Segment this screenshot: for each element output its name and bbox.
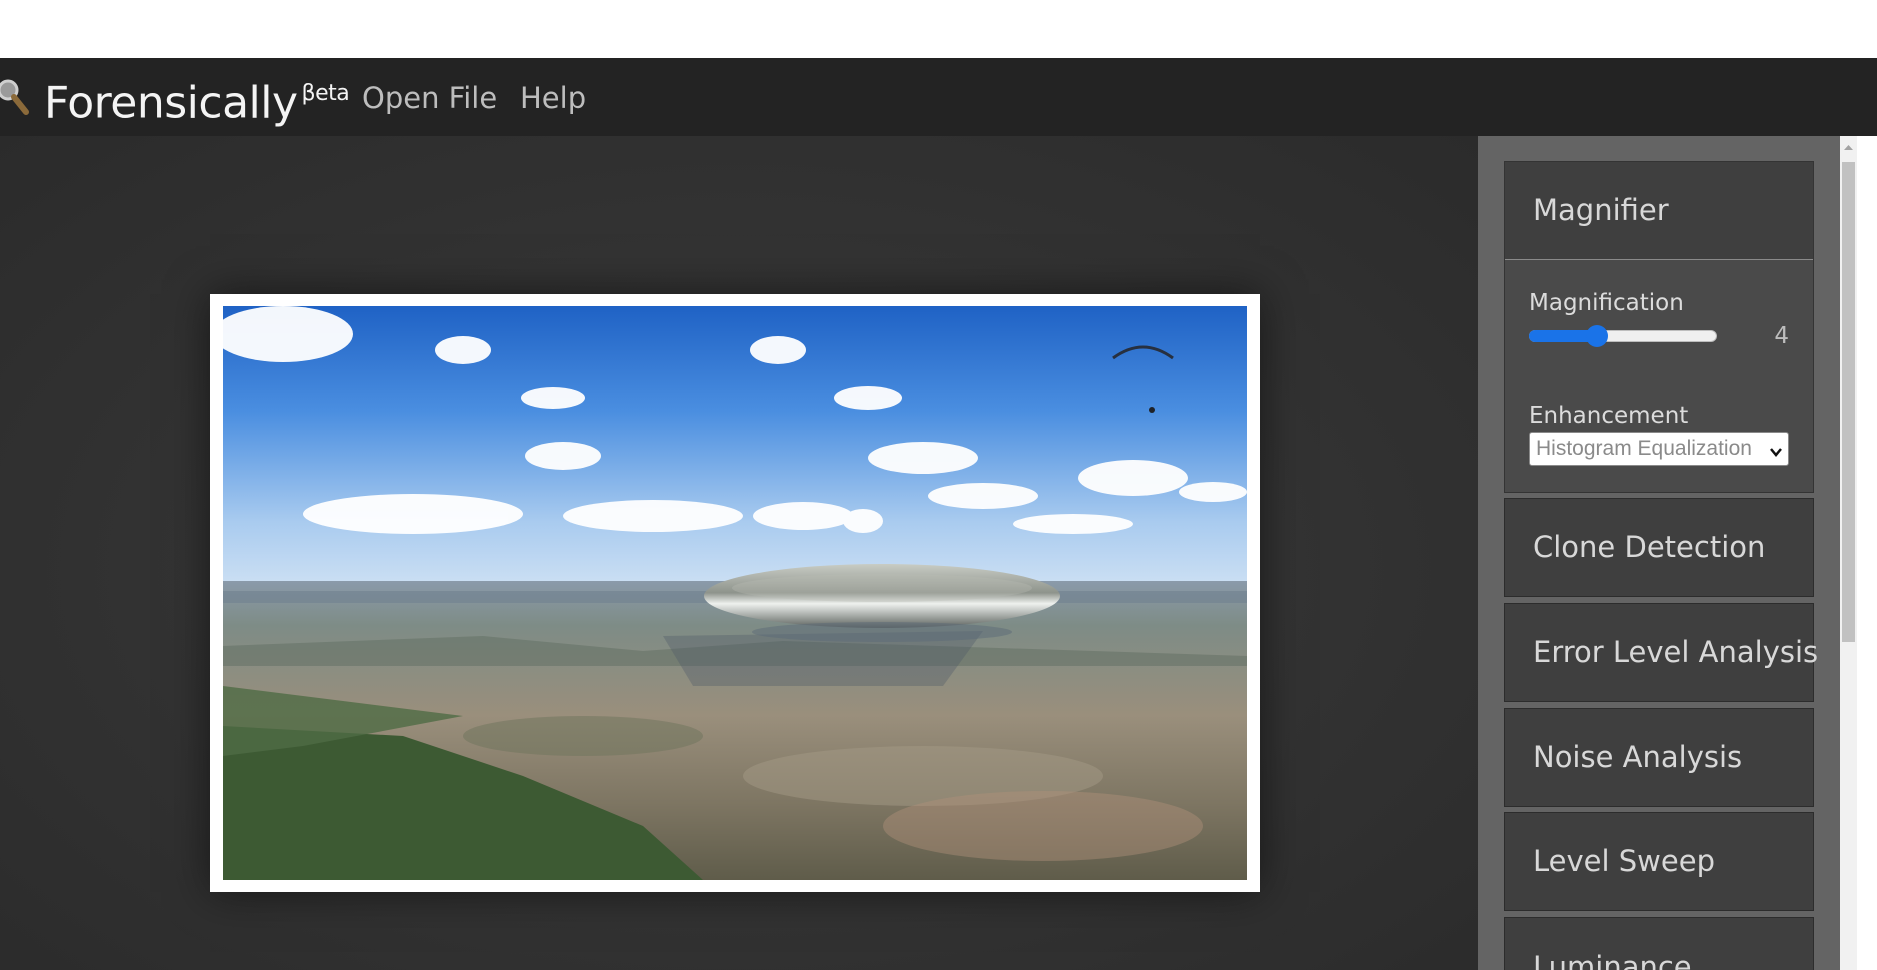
enhancement-select[interactable]: Histogram Equalization <box>1529 432 1789 466</box>
tool-error-level-analysis[interactable]: Error Level Analysis <box>1504 603 1818 702</box>
tool-noise-analysis[interactable]: Noise Analysis <box>1504 708 1814 807</box>
chevron-down-icon <box>1769 443 1783 457</box>
tool-label: Level Sweep <box>1533 844 1715 878</box>
app-title: Forensically <box>44 77 298 129</box>
sidebar-scrollbar[interactable] <box>1840 136 1857 970</box>
window-edge <box>1857 136 1877 970</box>
scrollbar-thumb[interactable] <box>1842 162 1855 642</box>
tool-level-sweep[interactable]: Level Sweep <box>1504 812 1814 911</box>
ufo-over-city-photo <box>223 306 1247 880</box>
magnifier-title: Magnifier <box>1533 193 1669 227</box>
tool-clone-detection[interactable]: Clone Detection <box>1504 498 1814 597</box>
open-file-link[interactable]: Open File <box>362 80 497 116</box>
tool-luminance[interactable]: Luminance <box>1504 917 1814 970</box>
image-workspace <box>0 136 1478 970</box>
tool-label: Clone Detection <box>1533 530 1766 564</box>
magnification-label: Magnification <box>1529 290 1684 316</box>
enhancement-selected-value: Histogram Equalization <box>1536 437 1752 460</box>
magnification-slider-thumb[interactable] <box>1585 325 1608 347</box>
scroll-up-arrow-icon[interactable] <box>1840 140 1857 156</box>
magnifying-glass-icon <box>0 76 30 116</box>
browser-top-area <box>0 0 1877 58</box>
tool-label: Noise Analysis <box>1533 740 1743 774</box>
enhancement-label: Enhancement <box>1529 403 1689 429</box>
top-navbar: Forensically βeta Open File Help <box>0 58 1877 136</box>
help-link[interactable]: Help <box>520 80 586 116</box>
analyzed-image[interactable] <box>210 294 1260 892</box>
tool-label: Error Level Analysis <box>1533 635 1819 669</box>
app-brand[interactable]: Forensically βeta <box>44 68 350 132</box>
tool-label: Luminance <box>1533 950 1692 970</box>
magnifier-header[interactable]: Magnifier <box>1505 162 1813 260</box>
magnification-value: 4 <box>1774 323 1789 349</box>
beta-badge: βeta <box>301 81 350 106</box>
magnifier-panel: Magnifier Magnification 4 Enhancement Hi… <box>1504 161 1814 493</box>
